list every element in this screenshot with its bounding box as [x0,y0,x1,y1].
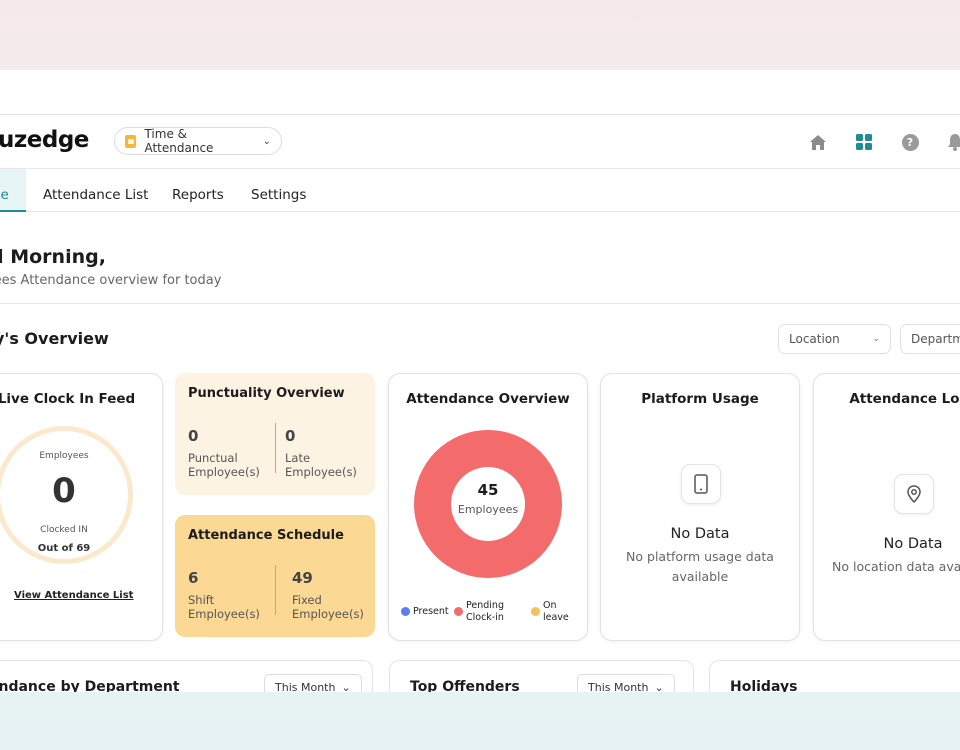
attendance-donut-chart[interactable]: 45 Employees [414,430,562,578]
ring-status: Clocked IN [40,525,88,535]
divider [275,565,276,615]
empty-title: No Data [883,536,943,552]
late-count: 0 [285,427,296,445]
shift-stat: 6 Shift Employee(s) [188,569,260,621]
card-title: Platform Usage [641,391,759,407]
greeting-title: d Morning, [0,246,106,268]
card-title: endance by Department [0,679,180,692]
location-pin-icon [894,474,934,514]
divider [275,423,276,473]
ring-top-label: Employees [39,451,89,461]
pending-dot [454,607,463,616]
punctuality-card: Punctuality Overview 0 Punctual Employee(… [175,373,375,495]
phone-icon [681,464,721,504]
legend-pending: Pending Clock-in [454,600,504,624]
clocked-in-count: 0 [52,471,76,511]
legend-on-leave: On leave [531,600,569,624]
shift-label: Shift Employee(s) [188,593,260,621]
home-icon[interactable] [808,132,828,152]
fixed-count: 49 [292,569,313,587]
platform-usage-card: Platform Usage No Data No platform usage… [600,373,800,641]
legend-present: Present [401,606,449,618]
attendance-by-department-card: endance by Department This Month ⌄ [0,660,373,692]
empty-title: No Data [670,526,730,542]
attendance-schedule-card: Attendance Schedule 6 Shift Employee(s) 4… [175,515,375,637]
tab-settings[interactable]: Settings [251,169,306,212]
late-label: Late Employee(s) [285,451,357,479]
divider [0,303,960,304]
tab-attendance-list[interactable]: Attendance List [43,169,148,212]
apps-grid-icon[interactable] [854,132,874,152]
fixed-stat: 49 Fixed Employee(s) [292,569,364,621]
card-title: Holidays [730,679,798,692]
tab-home[interactable]: ne [0,169,26,212]
top-bar [0,70,960,115]
tab-reports[interactable]: Reports [172,169,224,212]
donut-total: 45 [477,481,499,499]
card-title: Punctuality Overview [188,386,345,401]
punctual-label: Punctual Employee(s) [188,451,260,479]
donut-label: Employees [457,503,519,516]
period-select[interactable]: This Month ⌄ [577,674,675,692]
chevron-down-icon: ⌄ [262,135,271,147]
module-selector[interactable]: Time & Attendance ⌄ [114,127,282,155]
clock-in-ring: Employees 0 Clocked IN Out of 69 [0,426,133,564]
nav-tabs: ne Attendance List Reports Settings [0,169,960,212]
late-stat: 0 Late Employee(s) [285,427,357,479]
logo[interactable]: uzedge [0,127,89,153]
fixed-label: Fixed Employee(s) [292,593,364,621]
help-icon[interactable]: ? [900,132,920,152]
period-label: This Month [275,680,336,693]
card-title: Attendance Overview [406,391,570,407]
card-title: Attendance Loca [849,391,960,407]
donut-center: 45 Employees [451,467,525,541]
shift-count: 6 [188,569,199,587]
chevron-down-icon: ⌄ [872,334,880,344]
greeting-subtitle: oyees Attendance overview for today [0,273,222,288]
card-title: Attendance Schedule [188,528,344,543]
department-filter-label: Departm [911,332,960,346]
overview-title: y's Overview [0,329,109,348]
present-dot [401,607,410,616]
module-label: Time & Attendance [144,127,214,155]
holidays-card: Holidays [709,660,960,692]
app-window: uzedge Time & Attendance ⌄ ? ne Attendan… [0,70,960,692]
punctual-stat: 0 Punctual Employee(s) [188,427,260,479]
period-label: This Month [588,680,649,693]
location-filter-label: Location [789,332,840,346]
empty-text: No location data ava [832,559,960,574]
department-filter[interactable]: Departm [900,324,960,354]
card-title: Live Clock In Feed [0,391,136,407]
app-header: uzedge Time & Attendance ⌄ ? [0,115,960,169]
ring-out-of: Out of 69 [37,543,91,554]
bell-icon[interactable] [945,132,960,152]
live-clock-in-card: Live Clock In Feed Employees 0 Clocked I… [0,373,163,641]
empty-text: No platform usage data available [626,549,774,584]
on-leave-dot [531,607,540,616]
attendance-location-card: Attendance Loca No Data No location data… [813,373,960,641]
location-filter[interactable]: Location ⌄ [778,324,891,354]
punctual-count: 0 [188,427,199,445]
calendar-icon [125,134,137,148]
top-offenders-card: Top Offenders This Month ⌄ [389,660,694,692]
attendance-overview-card: Attendance Overview 45 Employees Present… [388,373,588,641]
period-select[interactable]: This Month ⌄ [264,674,362,692]
card-title: Top Offenders [410,679,520,692]
chevron-down-icon: ⌄ [654,680,664,693]
view-attendance-list-link[interactable]: View Attendance List [14,590,133,601]
chevron-down-icon: ⌄ [341,680,351,693]
